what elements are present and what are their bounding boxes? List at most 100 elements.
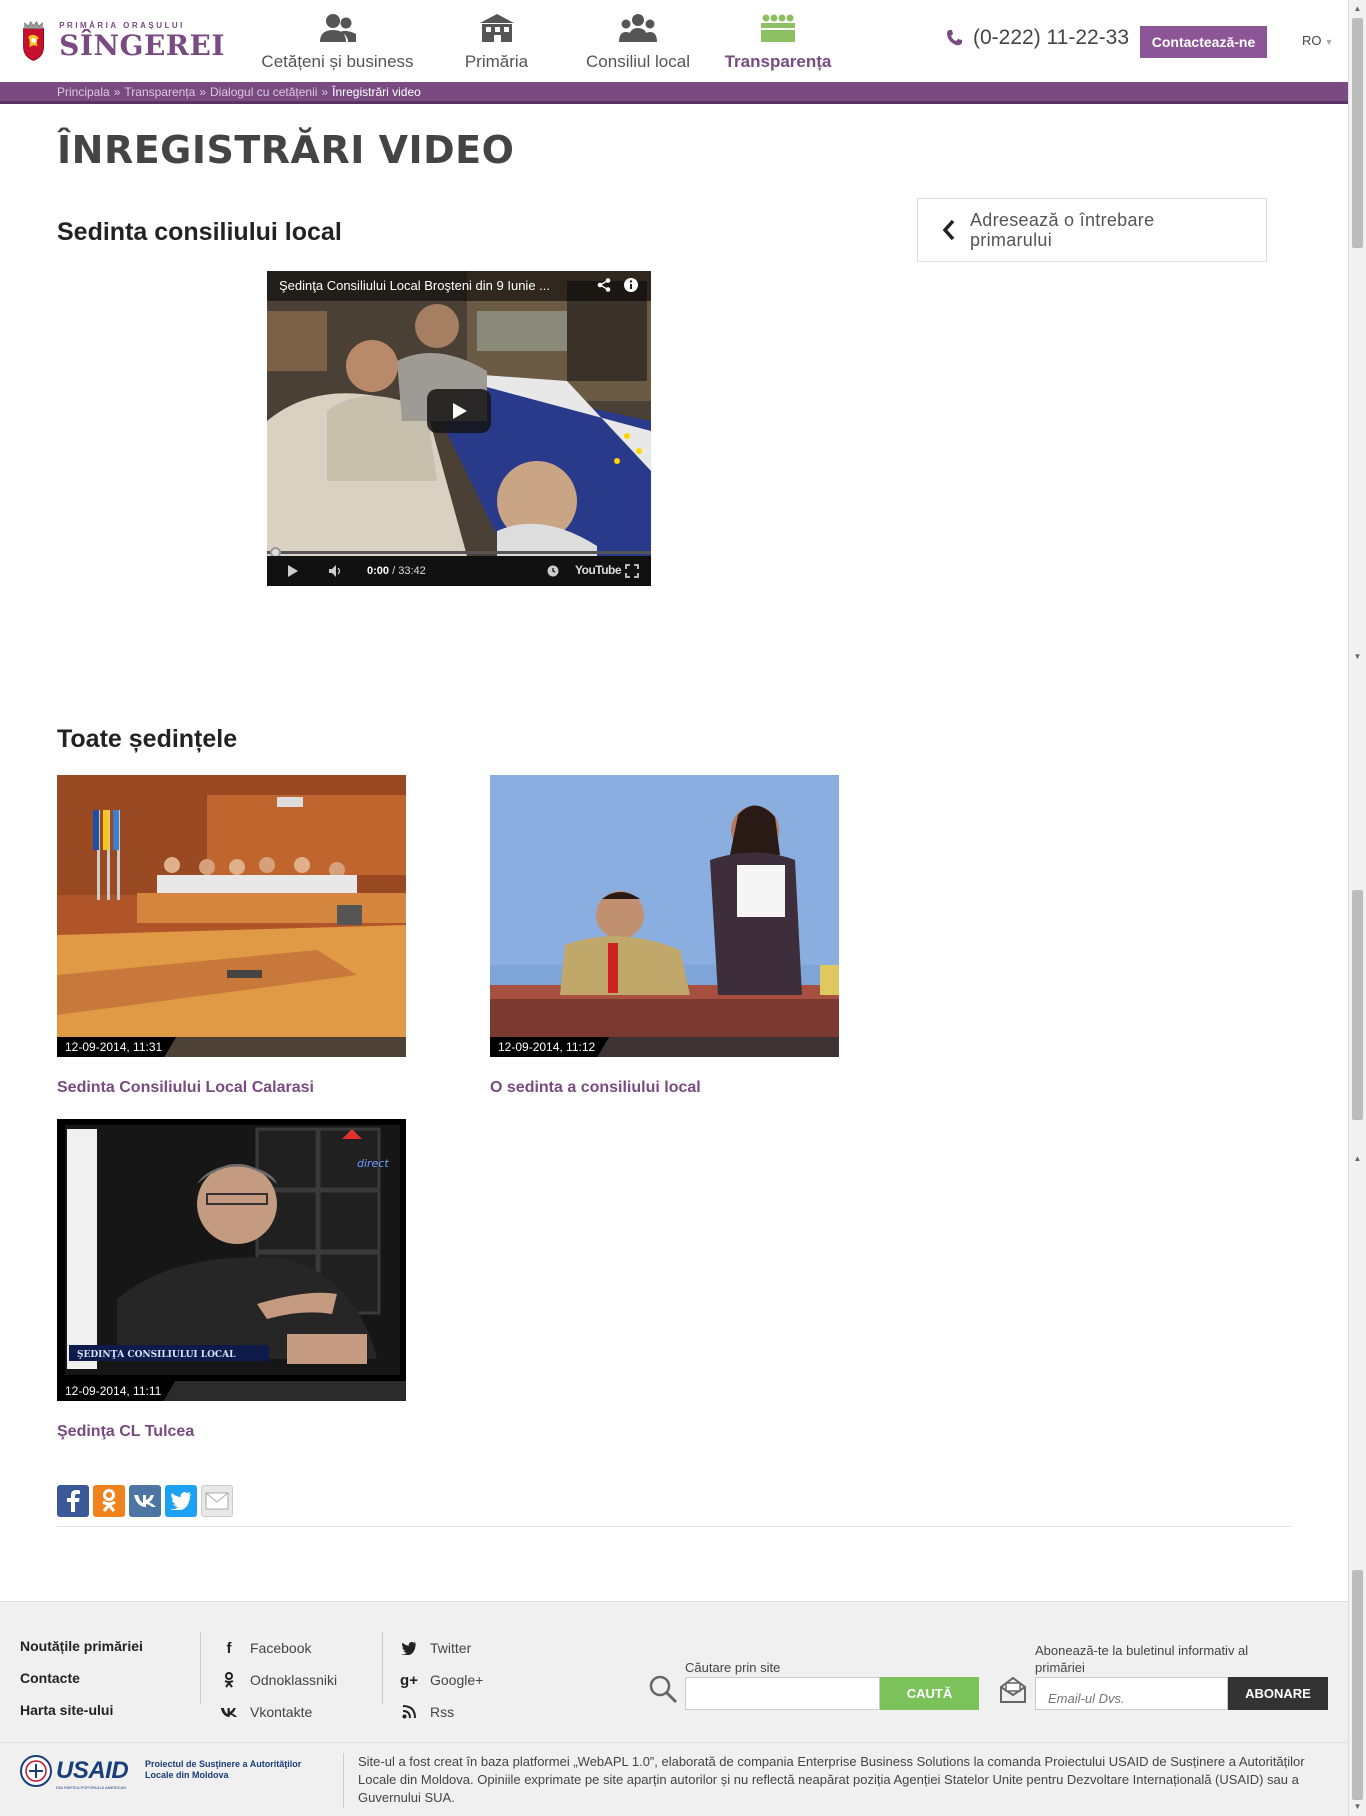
ask-label: Adresează o întrebare (970, 210, 1155, 230)
channel-watermark: direct (357, 1157, 389, 1170)
odnoklassniki-share-icon[interactable] (93, 1485, 125, 1517)
video-card[interactable]: direct ŞEDINŢA CONSILIULUI LOCAL 12-09-2… (57, 1119, 406, 1441)
video-thumbnail[interactable]: 12-09-2014, 11:31 (57, 775, 406, 1057)
breadcrumb-item[interactable]: Dialogul cu cetățenii (210, 85, 317, 99)
ask-mayor-button[interactable]: Adresează o întrebare primarului (917, 198, 1267, 262)
footer-separator (200, 1632, 201, 1704)
main-nav: Cetățeni și business Primăria Consiliul … (250, 6, 848, 76)
phone-number: (0-222) 11-22-33 (945, 26, 1129, 50)
subscribe-email-input[interactable] (1035, 1677, 1228, 1710)
social-label: Odnoklassniki (250, 1672, 338, 1688)
nav-label: Transparența (724, 52, 832, 71)
video-thumbnail[interactable]: 12-09-2014, 11:12 (490, 775, 839, 1057)
site-search-input[interactable] (685, 1677, 880, 1710)
video-card[interactable]: 12-09-2014, 11:31 Sedinta Consiliului Lo… (57, 775, 406, 1097)
featured-section-title: Sedinta consiliului local (57, 218, 342, 246)
youtube-logo[interactable]: YouTube (575, 563, 622, 577)
footer-link-sitemap[interactable]: Harta site-ului (20, 1702, 143, 1734)
usaid-logo[interactable]: USAID DIN PARTEA POPORULUI AMERICAN (20, 1755, 129, 1790)
all-sessions-title: Toate ședințele (57, 725, 238, 753)
video-date: 12-09-2014, 11:11 (57, 1381, 176, 1401)
scroll-up-icon[interactable]: ▲ (1349, 1150, 1366, 1167)
video-card[interactable]: 12-09-2014, 11:12 O sedinta a consiliulu… (490, 775, 839, 1097)
watch-later-icon[interactable] (547, 565, 559, 577)
nav-consiliul-local[interactable]: Consiliul local (568, 6, 708, 76)
site-footer: Noutățile primăriei Contacte Harta site-… (0, 1601, 1348, 1816)
coat-of-arms-icon (23, 20, 45, 61)
vkontakte-share-icon[interactable] (129, 1485, 161, 1517)
video-title-link[interactable]: Şedinţa CL Tulcea (57, 1423, 406, 1441)
share-icon[interactable] (597, 278, 611, 292)
breadcrumb-item[interactable]: Principala (57, 85, 110, 99)
footer-rss-link[interactable]: Rss (400, 1696, 483, 1728)
phone-icon (947, 30, 962, 46)
info-icon[interactable] (623, 277, 639, 293)
play-icon[interactable] (287, 565, 299, 577)
content-divider (57, 1526, 1292, 1527)
page-scrollbar[interactable]: ▲ ▼ ▲ ▼ (1348, 0, 1366, 1816)
footer-separator (382, 1632, 383, 1704)
search-button[interactable]: CAUTĂ (880, 1677, 979, 1710)
scroll-down-icon[interactable]: ▼ (1349, 648, 1366, 665)
building-icon (479, 14, 514, 42)
footer-link-news[interactable]: Noutățile primăriei (20, 1638, 143, 1670)
ask-label: primarului (970, 230, 1053, 250)
share-buttons (57, 1485, 237, 1517)
contact-button[interactable]: Contactează-ne (1140, 26, 1267, 58)
rss-icon (400, 1703, 418, 1721)
footer-separator (343, 1753, 344, 1808)
social-label: Rss (430, 1704, 455, 1720)
chevron-left-icon (942, 219, 955, 241)
video-date: 12-09-2014, 11:31 (57, 1037, 177, 1057)
video-thumbnail[interactable]: direct ŞEDINŢA CONSILIULUI LOCAL 12-09-2… (57, 1119, 406, 1401)
footer-vkontakte-link[interactable]: Vkontakte (220, 1696, 337, 1728)
subscribe-button[interactable]: ABONARE (1228, 1677, 1328, 1710)
footer-links: Noutățile primăriei Contacte Harta site-… (20, 1638, 143, 1734)
nav-transparenta[interactable]: Transparența (708, 6, 848, 76)
language-selector[interactable]: RO ▼ (1302, 33, 1333, 48)
nav-primaria[interactable]: Primăria (425, 6, 568, 76)
volume-icon[interactable] (329, 565, 343, 577)
email-share-icon[interactable] (201, 1485, 233, 1517)
twitter-icon (400, 1639, 418, 1657)
footer-googleplus-link[interactable]: g+ Google+ (400, 1664, 483, 1696)
breadcrumb-separator: » (321, 84, 329, 99)
video-date: 12-09-2014, 11:12 (490, 1037, 610, 1057)
breadcrumb-item[interactable]: Transparența (124, 85, 195, 99)
footer-odnoklassniki-link[interactable]: Odnoklassniki (220, 1664, 337, 1696)
play-button[interactable] (427, 389, 491, 433)
footer-social-col1: f Facebook Odnoklassniki Vkontakte (220, 1632, 337, 1728)
footer-twitter-link[interactable]: Twitter (400, 1632, 483, 1664)
breadcrumb-current: Înregistrări video (332, 84, 421, 99)
facebook-icon: f (226, 1639, 232, 1657)
video-title-link[interactable]: O sedinta a consiliului local (490, 1079, 839, 1097)
phone-text: (0-222) 11-22-33 (973, 26, 1130, 49)
thumbnail-image (490, 775, 839, 1057)
breadcrumb: Principala» Transparența» Dialogul cu ce… (0, 82, 1348, 104)
scroll-thumb[interactable] (1352, 18, 1363, 248)
footer-bottom: USAID DIN PARTEA POPORULUI AMERICAN Proi… (0, 1742, 1348, 1816)
scroll-thumb[interactable] (1352, 1570, 1363, 1800)
twitter-share-icon[interactable] (165, 1485, 197, 1517)
newsletter-mail-icon (1000, 1676, 1026, 1703)
fullscreen-icon[interactable] (625, 564, 639, 578)
video-player[interactable]: Şedinţa Consiliului Local Broşteni din 9… (267, 271, 651, 586)
scroll-down-icon[interactable]: ▼ (1349, 1798, 1366, 1815)
search-icon (649, 1675, 678, 1704)
video-title-link[interactable]: Sedinta Consiliului Local Calarasi (57, 1079, 406, 1097)
nav-citizens-business[interactable]: Cetățeni și business (250, 6, 425, 76)
search-label: Căutare prin site (685, 1660, 781, 1675)
footer-link-contacts[interactable]: Contacte (20, 1670, 143, 1702)
progress-bar[interactable] (267, 551, 651, 554)
nav-label: Primăria (464, 52, 529, 71)
facebook-share-icon[interactable] (57, 1485, 89, 1517)
video-title[interactable]: Şedinţa Consiliului Local Broşteni din 9… (267, 271, 651, 301)
meeting-icon (761, 14, 795, 42)
social-label: Twitter (430, 1640, 472, 1656)
google-plus-icon: g+ (400, 1671, 418, 1689)
scroll-up-icon[interactable]: ▲ (1349, 0, 1366, 17)
footer-facebook-link[interactable]: f Facebook (220, 1632, 337, 1664)
page-title: ÎNREGISTRĂRI VIDEO (57, 128, 515, 172)
scroll-thumb[interactable] (1352, 890, 1363, 1120)
site-logo[interactable]: Primăria orașului SÎNGEREI (20, 6, 225, 76)
